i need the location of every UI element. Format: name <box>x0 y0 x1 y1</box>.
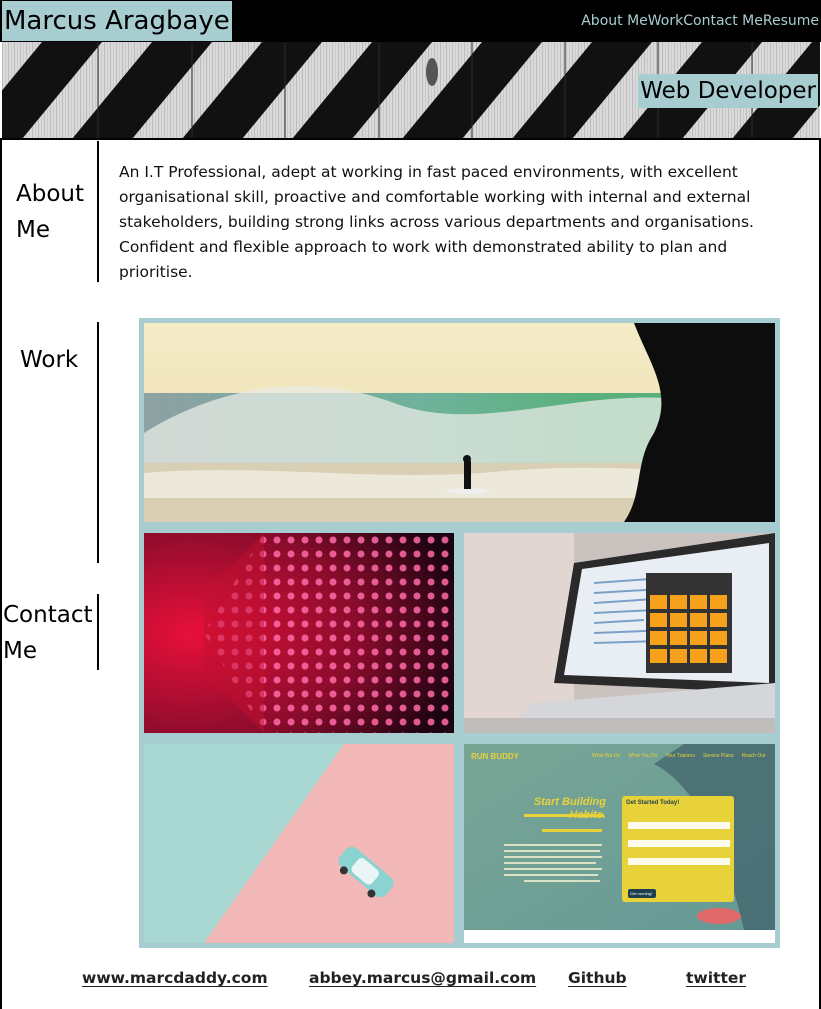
run-buddy-form-title: Get Started Today! <box>626 800 680 806</box>
run-buddy-screenshot <box>464 744 775 930</box>
work-tile-toy-car[interactable] <box>144 744 454 943</box>
page-left-border <box>0 139 2 1009</box>
github-link[interactable]: Github <box>568 969 627 987</box>
toy-car-photo <box>144 744 454 943</box>
hero-banner: Web Developer <box>2 42 820 139</box>
hero-divider <box>0 138 821 140</box>
site-brand[interactable]: Marcus Aragbaye <box>2 1 232 41</box>
email-link[interactable]: abbey.marcus@gmail.com <box>309 969 536 987</box>
run-buddy-nav-item: What You Do <box>628 753 658 759</box>
nav-contact-me[interactable]: Contact Me <box>683 13 763 29</box>
run-buddy-button: Get running! <box>630 891 653 896</box>
run-buddy-logo: RUN BUDDY <box>471 752 519 761</box>
work-tile-led[interactable] <box>144 533 454 733</box>
run-buddy-nav-item: Your Trainers <box>665 753 695 759</box>
hero-title: Web Developer <box>638 74 818 108</box>
work-heading: Work <box>20 347 79 373</box>
led-wall-photo <box>144 533 454 733</box>
contact-divider <box>97 594 99 670</box>
contact-heading: Contact Me <box>3 602 93 664</box>
run-buddy-nav-item: Service Plans <box>703 753 734 759</box>
run-buddy-nav-item: Reach Out <box>741 753 766 759</box>
run-buddy-nav-item: What We Do <box>592 753 621 759</box>
nav-work[interactable]: Work <box>648 13 683 29</box>
work-tile-calculator[interactable] <box>464 533 775 733</box>
nav-about-me[interactable]: About Me <box>581 13 648 29</box>
site-header: Marcus Aragbaye About Me Work Contact Me… <box>0 0 821 42</box>
calculator-laptop-photo <box>464 533 775 733</box>
run-buddy-nav: What We Do What You Do Your Trainers Ser… <box>592 753 765 759</box>
work-tile-run-buddy[interactable]: RUN BUDDY What We Do What You Do Your Tr… <box>464 744 775 943</box>
work-gallery: RUN BUDDY What We Do What You Do Your Tr… <box>139 318 780 948</box>
about-divider <box>97 141 99 282</box>
nav-resume[interactable]: Resume <box>763 13 819 29</box>
website-link[interactable]: www.marcdaddy.com <box>82 969 268 987</box>
work-tile-surf[interactable] <box>144 323 775 522</box>
twitter-link[interactable]: twitter <box>686 969 746 987</box>
work-divider <box>97 322 99 563</box>
run-buddy-headline: Start Building Habits. <box>533 796 606 821</box>
about-text: An I.T Professional, adept at working in… <box>119 163 754 281</box>
about-heading: About Me <box>16 181 85 243</box>
main-nav: About Me Work Contact Me Resume <box>581 0 819 42</box>
surf-photo <box>144 323 775 522</box>
